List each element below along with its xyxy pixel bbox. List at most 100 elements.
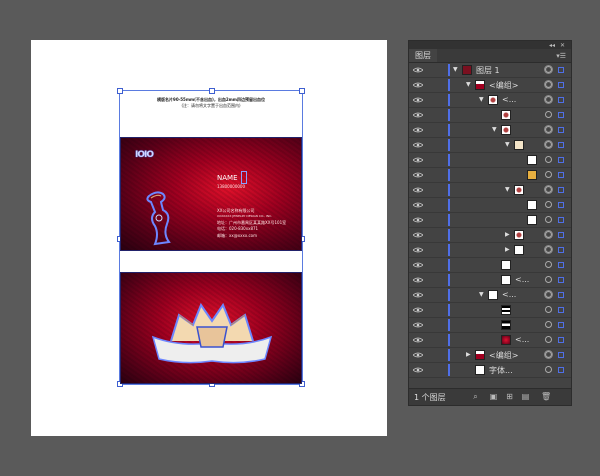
collapse-triangle-icon[interactable]: ▼ — [505, 141, 510, 148]
selection-square-icon[interactable] — [558, 97, 564, 103]
target-circle-icon[interactable] — [545, 291, 552, 298]
layer-row[interactable] — [409, 153, 571, 168]
layer-label[interactable]: <编组> — [489, 80, 518, 91]
clipping-mask-icon[interactable]: ▣ — [489, 392, 498, 401]
target-circle-icon[interactable] — [545, 366, 552, 373]
selection-square-icon[interactable] — [558, 307, 564, 313]
layer-row[interactable]: ▼ — [409, 183, 571, 198]
expand-triangle-icon[interactable]: ▶ — [505, 231, 510, 238]
selection-square-icon[interactable] — [558, 157, 564, 163]
selection-square-icon[interactable] — [558, 112, 564, 118]
layer-row[interactable]: ▼ <... — [409, 288, 571, 303]
target-circle-icon[interactable] — [545, 276, 552, 283]
selection-square-icon[interactable] — [558, 262, 564, 268]
selection-square-icon[interactable] — [558, 172, 564, 178]
visibility-eye-icon[interactable] — [413, 187, 423, 193]
layer-row[interactable]: ▼ <编组> — [409, 78, 571, 93]
visibility-eye-icon[interactable] — [413, 97, 423, 103]
visibility-eye-icon[interactable] — [413, 112, 423, 118]
panel-menu-icon[interactable]: ▾☰ — [556, 52, 571, 60]
visibility-eye-icon[interactable] — [413, 157, 423, 163]
visibility-eye-icon[interactable] — [413, 322, 423, 328]
layer-label[interactable]: <... — [515, 335, 529, 344]
selection-square-icon[interactable] — [558, 247, 564, 253]
layer-row[interactable] — [409, 108, 571, 123]
new-sublayer-icon[interactable]: ⊞ — [505, 392, 514, 401]
visibility-eye-icon[interactable] — [413, 262, 423, 268]
tab-layers[interactable]: 图层 — [409, 49, 437, 62]
layer-row[interactable]: <... — [409, 273, 571, 288]
visibility-eye-icon[interactable] — [413, 352, 423, 358]
target-circle-icon[interactable] — [545, 186, 552, 193]
visibility-eye-icon[interactable] — [413, 142, 423, 148]
visibility-eye-icon[interactable] — [413, 277, 423, 283]
locate-object-icon[interactable]: ⌕ — [471, 392, 480, 401]
layer-row[interactable] — [409, 198, 571, 213]
layer-row[interactable]: ▼ <... — [409, 93, 571, 108]
panel-title-bar[interactable]: ◂◂ ✕ — [409, 41, 571, 49]
selection-square-icon[interactable] — [558, 337, 564, 343]
layer-row[interactable] — [409, 213, 571, 228]
handle-tc[interactable] — [209, 88, 215, 94]
selection-square-icon[interactable] — [558, 322, 564, 328]
target-circle-icon[interactable] — [545, 126, 552, 133]
target-circle-icon[interactable] — [545, 201, 552, 208]
handle-tl[interactable] — [117, 88, 123, 94]
collapse-triangle-icon[interactable]: ▼ — [466, 81, 471, 88]
expand-triangle-icon[interactable]: ▶ — [466, 351, 471, 358]
target-circle-icon[interactable] — [545, 321, 552, 328]
layer-row[interactable] — [409, 168, 571, 183]
layer-row[interactable]: <... — [409, 333, 571, 348]
target-circle-icon[interactable] — [545, 171, 552, 178]
target-circle-icon[interactable] — [545, 306, 552, 313]
visibility-eye-icon[interactable] — [413, 367, 423, 373]
layer-row[interactable] — [409, 258, 571, 273]
target-circle-icon[interactable] — [545, 246, 552, 253]
layer-label[interactable]: 字体... — [489, 365, 513, 376]
target-circle-icon[interactable] — [545, 141, 552, 148]
target-circle-icon[interactable] — [545, 156, 552, 163]
target-circle-icon[interactable] — [545, 81, 552, 88]
business-card-back[interactable] — [120, 272, 302, 384]
visibility-eye-icon[interactable] — [413, 247, 423, 253]
layer-row[interactable]: ▶ — [409, 228, 571, 243]
layer-label[interactable]: 图层 1 — [476, 65, 500, 76]
selection-square-icon[interactable] — [558, 352, 564, 358]
selection-square-icon[interactable] — [558, 367, 564, 373]
visibility-eye-icon[interactable] — [413, 232, 423, 238]
visibility-eye-icon[interactable] — [413, 127, 423, 133]
target-circle-icon[interactable] — [545, 261, 552, 268]
selection-square-icon[interactable] — [558, 277, 564, 283]
layer-row[interactable]: 字体... — [409, 363, 571, 378]
handle-tr[interactable] — [299, 88, 305, 94]
selection-square-icon[interactable] — [558, 232, 564, 238]
selection-square-icon[interactable] — [558, 292, 564, 298]
selection-square-icon[interactable] — [558, 142, 564, 148]
visibility-eye-icon[interactable] — [413, 337, 423, 343]
selection-square-icon[interactable] — [558, 217, 564, 223]
target-circle-icon[interactable] — [545, 96, 552, 103]
collapse-triangle-icon[interactable]: ▼ — [492, 126, 497, 133]
layer-row[interactable] — [409, 318, 571, 333]
delete-layer-icon[interactable]: 🗑 — [541, 392, 551, 401]
layer-row[interactable]: ▼ 图层 1 — [409, 63, 571, 78]
target-circle-icon[interactable] — [545, 231, 552, 238]
visibility-eye-icon[interactable] — [413, 217, 423, 223]
selection-square-icon[interactable] — [558, 127, 564, 133]
visibility-eye-icon[interactable] — [413, 172, 423, 178]
layer-row[interactable]: ▼ — [409, 138, 571, 153]
target-circle-icon[interactable] — [545, 351, 552, 358]
visibility-eye-icon[interactable] — [413, 202, 423, 208]
layer-label[interactable]: <... — [502, 290, 516, 299]
collapse-triangle-icon[interactable]: ▼ — [479, 96, 484, 103]
close-panel-icon[interactable]: ✕ — [560, 42, 565, 49]
target-circle-icon[interactable] — [545, 66, 552, 73]
layer-row[interactable]: ▶ <编组> — [409, 348, 571, 363]
layer-row[interactable]: ▼ — [409, 123, 571, 138]
collapse-icon[interactable]: ◂◂ — [549, 42, 555, 49]
collapse-triangle-icon[interactable]: ▼ — [479, 291, 484, 298]
collapse-triangle-icon[interactable]: ▼ — [505, 186, 510, 193]
expand-triangle-icon[interactable]: ▶ — [505, 246, 510, 253]
visibility-eye-icon[interactable] — [413, 82, 423, 88]
selection-square-icon[interactable] — [558, 82, 564, 88]
